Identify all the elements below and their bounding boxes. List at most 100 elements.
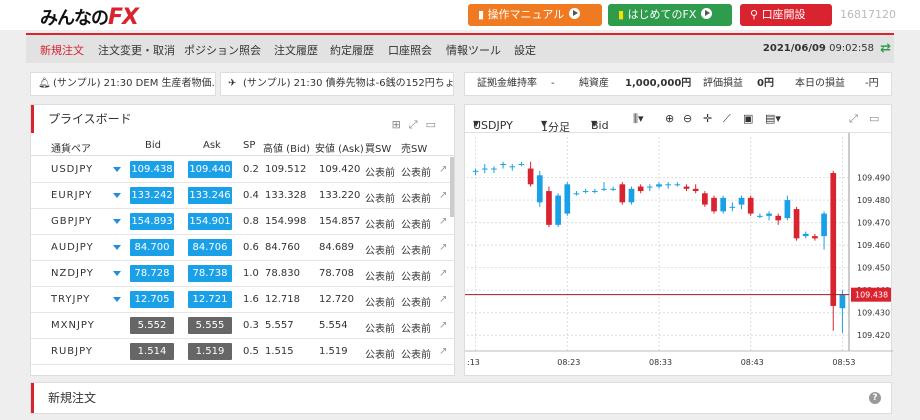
- table-row[interactable]: TRYJPY 12.705 12.721 1.6 12.718 12.720 公表前 公表前 ↗: [31, 287, 454, 313]
- bell-icon: 🔔︎: [38, 78, 51, 89]
- mini-chart-icon[interactable]: ↗: [439, 242, 447, 253]
- nav-info-tools[interactable]: 情報ツール: [446, 42, 501, 58]
- draw-icon[interactable]: ⟋: [723, 112, 731, 126]
- ask-button[interactable]: 154.901: [188, 213, 232, 230]
- table-row[interactable]: GBPJPY 154.893 154.901 0.8 154.998 154.857 公表前…: [31, 209, 454, 235]
- table-row[interactable]: MXNJPY 5.552 5.555 0.3 5.557 5.554 公表前 公表前 ↗: [31, 313, 454, 339]
- nav-execution-history[interactable]: 約定履歴: [330, 42, 374, 58]
- nav-order-change[interactable]: 注文変更・取消: [98, 42, 175, 58]
- ask-button[interactable]: 84.706: [188, 239, 232, 256]
- open-account-button[interactable]: ⚲ 口座開設: [740, 4, 832, 26]
- crosshair-icon[interactable]: ✛: [703, 112, 712, 125]
- today-pl-label: 本日の損益: [795, 78, 845, 89]
- low: 1.519: [319, 346, 348, 357]
- help-icon[interactable]: ?: [869, 392, 881, 404]
- nav-position[interactable]: ポジション照会: [184, 42, 261, 58]
- bid-button[interactable]: 133.242: [130, 187, 174, 204]
- nav-account[interactable]: 口座照会: [388, 42, 432, 58]
- grid-icon[interactable]: ⊞: [392, 118, 409, 131]
- ask-button[interactable]: 5.555: [188, 317, 232, 334]
- bid-button[interactable]: 84.700: [130, 239, 174, 256]
- expand-icon[interactable]: ⤢: [409, 118, 426, 131]
- monitor-icon[interactable]: ▭: [869, 112, 879, 125]
- pair-symbol: USDJPY: [51, 164, 94, 175]
- mini-chart-icon[interactable]: ↗: [439, 268, 447, 279]
- nav-new-order[interactable]: 新規注文: [40, 42, 84, 58]
- today-pl-value: -円: [865, 78, 879, 89]
- logo[interactable]: みんなのFX: [40, 4, 139, 30]
- bid-button[interactable]: 109.438: [130, 161, 174, 178]
- caret-down-icon: ▼: [473, 119, 480, 128]
- expand-icon[interactable]: ⤢: [849, 112, 858, 126]
- spread: 0.4: [243, 190, 259, 201]
- scrollbar[interactable]: [450, 157, 454, 217]
- zoom-in-icon[interactable]: ⊕: [665, 112, 674, 125]
- nav-order-history[interactable]: 注文履歴: [274, 42, 318, 58]
- save-icon[interactable]: ▣: [743, 112, 753, 125]
- manual-button[interactable]: ▮ 操作マニュアル: [468, 4, 602, 26]
- swap-icon[interactable]: ⇄: [880, 41, 891, 56]
- y-tick-label: 109.420: [857, 331, 890, 340]
- rocket-icon: ✈: [228, 78, 237, 89]
- candle-body: [757, 215, 763, 217]
- caret-down-icon: ▼: [591, 119, 598, 128]
- ask-button[interactable]: 109.440: [188, 161, 232, 178]
- ask-button[interactable]: 12.721: [188, 291, 232, 308]
- caret-down-icon[interactable]: [113, 193, 121, 198]
- caret-down-icon[interactable]: [113, 245, 121, 250]
- caret-down-icon[interactable]: [113, 271, 121, 276]
- mini-chart-icon[interactable]: ↗: [439, 216, 447, 227]
- candlestick-chart[interactable]: 109.490 109.480 109.470 109.460 109.450 109.4…: [465, 133, 893, 377]
- table-row[interactable]: AUDJPY 84.700 84.706 0.6 84.760 84.689 公表前 公表前 ↗: [31, 235, 454, 261]
- zoom-out-icon[interactable]: ⊖: [683, 112, 692, 125]
- indicator-icon[interactable]: ▤▾: [765, 112, 781, 125]
- table-row[interactable]: EURJPY 133.242 133.246 0.4 133.328 133.220 公表前…: [31, 183, 454, 209]
- x-tick-label: 08:43: [741, 358, 764, 367]
- x-tick-label: 08:33: [649, 358, 672, 367]
- mini-chart-icon[interactable]: ↗: [439, 346, 447, 357]
- table-row[interactable]: NZDJPY 78.728 78.738 1.0 78.830 78.708 公表前 公表前 ↗: [31, 261, 454, 287]
- candle-body: [555, 195, 561, 225]
- bid-button[interactable]: 78.728: [130, 265, 174, 282]
- y-tick-label: 109.470: [857, 219, 890, 228]
- mini-chart-icon[interactable]: ↗: [439, 164, 447, 175]
- ask-button[interactable]: 1.519: [188, 343, 232, 360]
- nav-settings[interactable]: 設定: [514, 42, 536, 58]
- bid-button[interactable]: 154.893: [130, 213, 174, 230]
- candle-body: [729, 206, 736, 208]
- news-ticker-2[interactable]: ✈ (サンプル) 21:30 債券先物は-6銭の152円ちょ…: [220, 72, 454, 96]
- high: 109.512: [265, 164, 307, 175]
- x-tick-label: 08:23: [557, 358, 580, 367]
- account-id: 16817120: [840, 8, 896, 21]
- candle-body: [546, 191, 552, 225]
- y-tick-label: 109.430: [857, 309, 890, 318]
- first-fx-button[interactable]: ▮ はじめてのFX: [608, 4, 732, 26]
- pair-symbol: EURJPY: [51, 190, 93, 201]
- ask-button[interactable]: 133.246: [188, 187, 232, 204]
- table-row[interactable]: RUBJPY 1.514 1.519 0.5 1.515 1.519 公表前 公表前 ↗: [31, 339, 454, 365]
- candle-body: [830, 173, 837, 306]
- caret-down-icon[interactable]: [113, 219, 121, 224]
- mini-chart-icon[interactable]: ↗: [439, 190, 447, 201]
- buy-swap: 公表前: [365, 168, 395, 179]
- mini-chart-icon[interactable]: ↗: [439, 294, 447, 305]
- bid-button[interactable]: 1.514: [130, 343, 174, 360]
- caret-down-icon: ▼: [541, 119, 548, 128]
- sell-swap: 公表前: [401, 220, 431, 231]
- monitor-icon[interactable]: ▭: [426, 118, 444, 131]
- candle-type-icon[interactable]: ⫼▾: [633, 112, 644, 126]
- bid-button[interactable]: 5.552: [130, 317, 174, 334]
- candle-body: [656, 184, 662, 187]
- mini-chart-icon[interactable]: ↗: [439, 320, 447, 331]
- bid-button[interactable]: 12.705: [130, 291, 174, 308]
- play-icon: [701, 8, 713, 19]
- caret-down-icon[interactable]: [113, 297, 121, 302]
- logo-text: みんなの: [40, 8, 109, 29]
- ask-button[interactable]: 78.738: [188, 265, 232, 282]
- table-row[interactable]: USDJPY 109.438 109.440 0.2 109.512 109.420 公表前…: [31, 157, 454, 183]
- news-ticker-1[interactable]: 🔔︎ (サンプル) 21:30 DEM 生産者物価…: [30, 72, 216, 96]
- new-order-title: 新規注文: [31, 383, 96, 413]
- col-low: 安値 (Ask): [315, 144, 364, 155]
- caret-down-icon[interactable]: [113, 167, 121, 172]
- server-time: 2021/06/09 09:02:58: [763, 43, 874, 54]
